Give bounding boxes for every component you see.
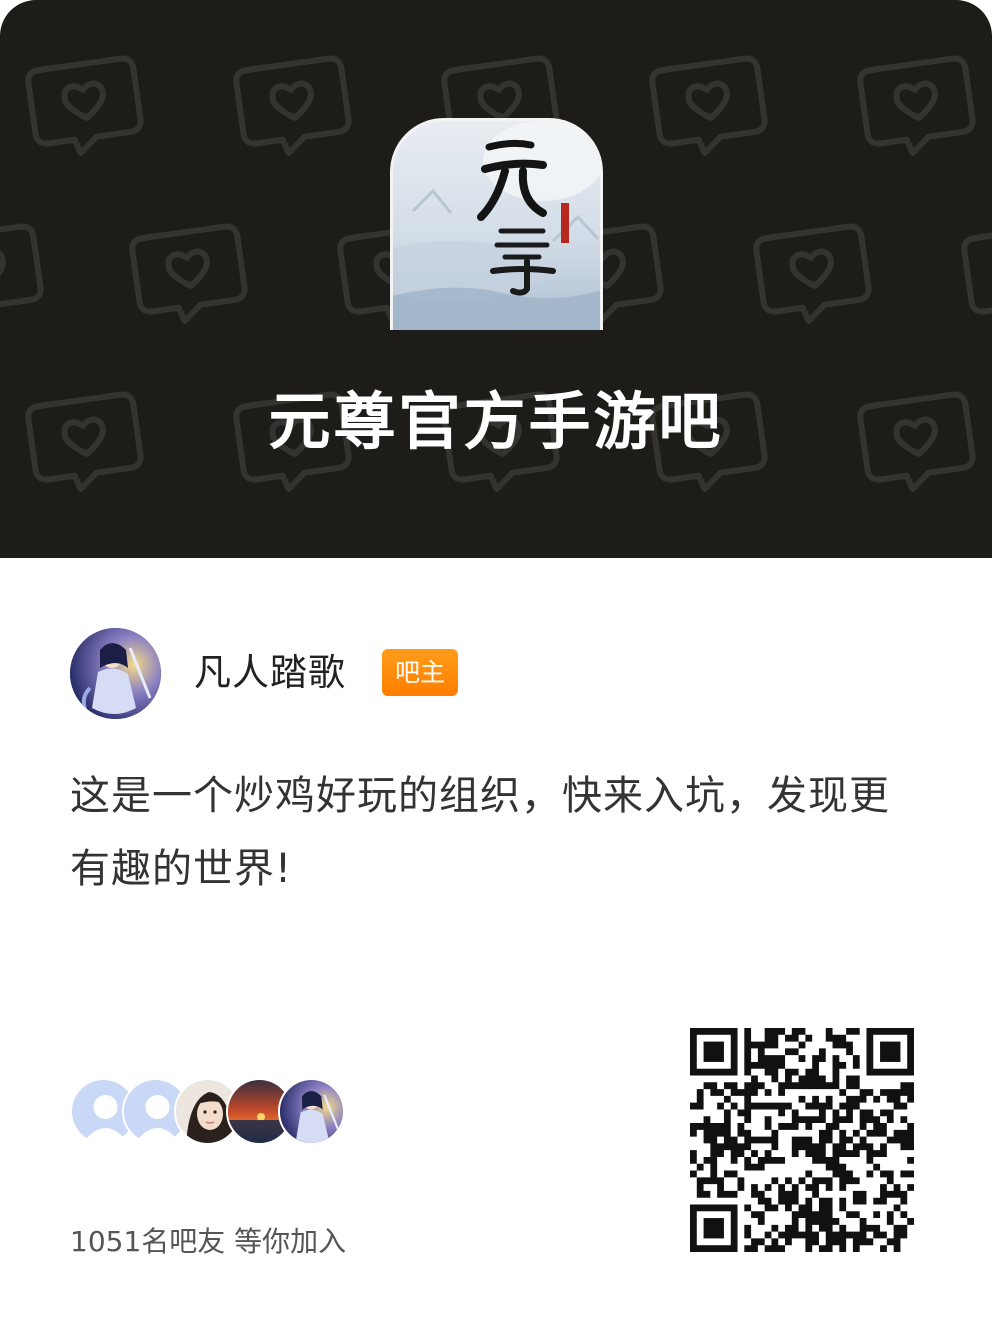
qr-code-icon[interactable] [690, 1028, 914, 1252]
heart-chat-icon [753, 223, 872, 325]
forum-share-card: 元尊官方手游吧 凡人踏歌 吧主 这是一个炒鸡好玩的组织，快来入坑，发现更有趣的世… [0, 0, 992, 1330]
heart-chat-icon [129, 223, 248, 325]
member-avatar [278, 1078, 345, 1145]
member-count-text: 1051名吧友 等你加入 [70, 1225, 347, 1258]
member-avatars[interactable] [70, 1078, 370, 1145]
heart-chat-icon [233, 55, 352, 157]
yuanzun-game-logo-icon [393, 121, 600, 330]
owner-avatar[interactable] [70, 628, 161, 719]
anime-swordsman-avatar-icon [70, 628, 161, 719]
forum-description: 这是一个炒鸡好玩的组织，快来入坑，发现更有趣的世界! [70, 773, 890, 892]
heart-chat-icon [857, 55, 976, 157]
heart-chat-icon [649, 55, 768, 157]
owner-badge: 吧主 [382, 649, 458, 696]
forum-logo[interactable] [390, 118, 603, 330]
heart-chat-icon [0, 223, 44, 325]
header-banner: 元尊官方手游吧 [0, 0, 992, 558]
heart-chat-icon [25, 55, 144, 157]
heart-chat-icon [961, 223, 992, 325]
anime-swordsman-avatar-icon [280, 1080, 343, 1143]
forum-title: 元尊官方手游吧 [268, 385, 724, 458]
owner-name[interactable]: 凡人踏歌 [194, 648, 346, 698]
